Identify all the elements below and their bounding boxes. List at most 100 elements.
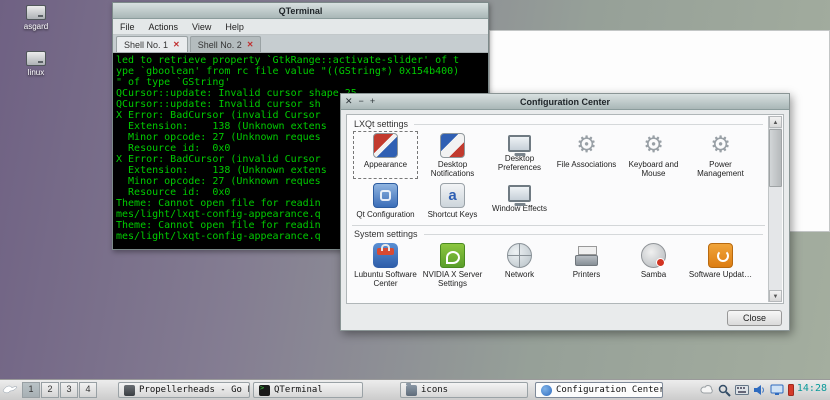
config-item-keyboard-and-mouse[interactable]: ⚙ Keyboard and Mouse xyxy=(620,130,687,180)
config-item-label: Samba xyxy=(640,270,667,279)
qterminal-menubar: File Actions View Help xyxy=(113,19,488,35)
close-button[interactable]: Close xyxy=(726,310,782,326)
workspace-button-1[interactable]: 1 xyxy=(22,382,40,398)
cloud-icon[interactable] xyxy=(700,384,714,396)
clock[interactable]: 14:28 xyxy=(797,383,827,394)
config-item-label: Printers xyxy=(572,270,601,279)
tab-shell-2[interactable]: Shell No. 2 ✕ xyxy=(189,36,262,52)
drive-icon xyxy=(26,5,46,20)
config-item-nvidia-settings[interactable]: NVIDIA X Server Settings xyxy=(419,240,486,290)
task-propellerheads[interactable]: Propellerheads - Go Fas… xyxy=(118,382,250,398)
config-item-desktop-preferences[interactable]: Desktop Preferences xyxy=(486,130,553,180)
search-icon[interactable] xyxy=(718,384,731,397)
config-panel: LXQt settings Appearance Desktop Notific… xyxy=(346,114,784,304)
config-item-label: Desktop Preferences xyxy=(497,154,542,172)
maximize-icon[interactable]: + xyxy=(370,97,375,106)
config-window-title: Configuration Center xyxy=(520,96,610,107)
terminal-line: ype `gboolean' from rc file value "((GSt… xyxy=(116,66,460,77)
minimize-icon[interactable]: − xyxy=(359,97,364,106)
terminal-line: led to retrieve property `GtkRange::acti… xyxy=(116,55,460,66)
desktop-icon-label: linux xyxy=(27,68,45,77)
config-scrollbar[interactable]: ▲ ▼ xyxy=(768,116,782,302)
task-label: Propellerheads - Go Fas… xyxy=(139,385,249,395)
config-item-label: File Associations xyxy=(556,160,617,169)
close-icon[interactable]: ✕ xyxy=(345,97,353,106)
menu-actions[interactable]: Actions xyxy=(142,22,186,32)
config-item-label: Network xyxy=(504,270,535,279)
config-item-label: Software Updat… xyxy=(688,270,753,279)
tab-close-icon[interactable]: ✕ xyxy=(173,40,180,49)
tab-label: Shell No. 1 xyxy=(124,39,169,50)
display-icon[interactable] xyxy=(770,384,784,396)
qterminal-titlebar[interactable]: QTerminal xyxy=(113,3,488,19)
window-effects-icon xyxy=(508,185,531,202)
desktop-preferences-icon xyxy=(508,135,531,152)
task-label: QTerminal xyxy=(274,385,323,395)
config-item-label: Appearance xyxy=(363,160,408,169)
shortcut-keys-icon: a xyxy=(440,183,465,208)
desktop: asgard linux QTerminal File Actions View… xyxy=(0,0,830,400)
config-item-network[interactable]: Network xyxy=(486,240,553,290)
config-item-label: NVIDIA X Server Settings xyxy=(422,270,483,288)
system-tray xyxy=(700,382,794,398)
folder-icon xyxy=(406,383,417,396)
samba-icon xyxy=(641,243,666,268)
config-item-label: Qt Configuration xyxy=(356,210,415,219)
config-item-shortcut-keys[interactable]: a Shortcut Keys xyxy=(419,180,486,221)
config-item-file-associations[interactable]: ⚙ File Associations xyxy=(553,130,620,180)
tab-close-icon[interactable]: ✕ xyxy=(247,40,254,49)
task-icons-folder[interactable]: icons xyxy=(400,382,528,398)
keyboard-icon[interactable] xyxy=(735,385,749,395)
task-qterminal[interactable]: QTerminal xyxy=(253,382,363,398)
file-associations-gear-icon: ⚙ xyxy=(576,132,597,158)
alert-icon[interactable] xyxy=(788,384,794,396)
titlebar-buttons: ✕ − + xyxy=(345,94,375,109)
config-item-power-management[interactable]: ⚙ Power Management xyxy=(687,130,754,180)
desktop-icon-label: asgard xyxy=(23,22,49,31)
config-item-samba[interactable]: Samba xyxy=(620,240,687,290)
config-item-appearance[interactable]: Appearance xyxy=(352,130,419,180)
system-row-1: Lubuntu Software Center NVIDIA X Server … xyxy=(352,240,765,290)
qterminal-title: QTerminal xyxy=(278,5,323,16)
config-item-label: Keyboard and Mouse xyxy=(628,160,679,178)
workspace-button-4[interactable]: 4 xyxy=(79,382,97,398)
appearance-icon xyxy=(373,133,398,158)
workspace-button-3[interactable]: 3 xyxy=(60,382,78,398)
config-titlebar[interactable]: ✕ − + Configuration Center xyxy=(341,94,789,110)
lxqt-row-2: Qt Configuration a Shortcut Keys Window … xyxy=(352,180,765,221)
menu-view[interactable]: View xyxy=(185,22,218,32)
workspace-button-2[interactable]: 2 xyxy=(41,382,59,398)
volume-icon[interactable] xyxy=(753,384,766,396)
config-item-label: Shortcut Keys xyxy=(427,210,478,219)
keyboard-mouse-gear-icon: ⚙ xyxy=(643,132,664,158)
config-item-software-updater[interactable]: Software Updat… xyxy=(687,240,754,290)
scroll-down-icon[interactable]: ▼ xyxy=(769,290,782,302)
config-item-lubuntu-software-center[interactable]: Lubuntu Software Center xyxy=(352,240,419,290)
scrollbar-thumb[interactable] xyxy=(769,129,782,187)
lxqt-row-1: Appearance Desktop Notifications Desktop… xyxy=(352,130,765,180)
app-menu-button[interactable] xyxy=(1,381,19,399)
scroll-up-icon[interactable]: ▲ xyxy=(769,116,782,128)
configuration-center-window: ✕ − + Configuration Center LXQt settings… xyxy=(340,93,790,331)
config-item-window-effects[interactable]: Window Effects xyxy=(486,180,553,221)
menu-file[interactable]: File xyxy=(113,22,142,32)
software-center-icon xyxy=(373,243,398,268)
printers-icon xyxy=(574,243,599,268)
config-item-printers[interactable]: Printers xyxy=(553,240,620,290)
lubuntu-logo-icon xyxy=(2,385,18,394)
terminal-icon xyxy=(259,384,270,396)
desktop-icon-linux[interactable]: linux xyxy=(13,51,59,77)
task-configuration-center[interactable]: Configuration Center xyxy=(535,382,663,398)
menu-help[interactable]: Help xyxy=(218,22,251,32)
section-separator xyxy=(352,225,765,226)
taskbar: 1 2 3 4 Propellerheads - Go Fas… QTermin… xyxy=(0,379,830,400)
section-header-system: System settings xyxy=(354,229,763,239)
config-item-desktop-notifications[interactable]: Desktop Notifications xyxy=(419,130,486,180)
music-app-icon xyxy=(124,384,135,396)
config-item-qt-configuration[interactable]: Qt Configuration xyxy=(352,180,419,221)
desktop-icon-asgard[interactable]: asgard xyxy=(13,5,59,31)
task-label: Configuration Center xyxy=(556,385,663,395)
config-center-icon xyxy=(541,384,552,396)
tab-shell-1[interactable]: Shell No. 1 ✕ xyxy=(116,36,188,52)
tab-label: Shell No. 2 xyxy=(197,39,242,50)
